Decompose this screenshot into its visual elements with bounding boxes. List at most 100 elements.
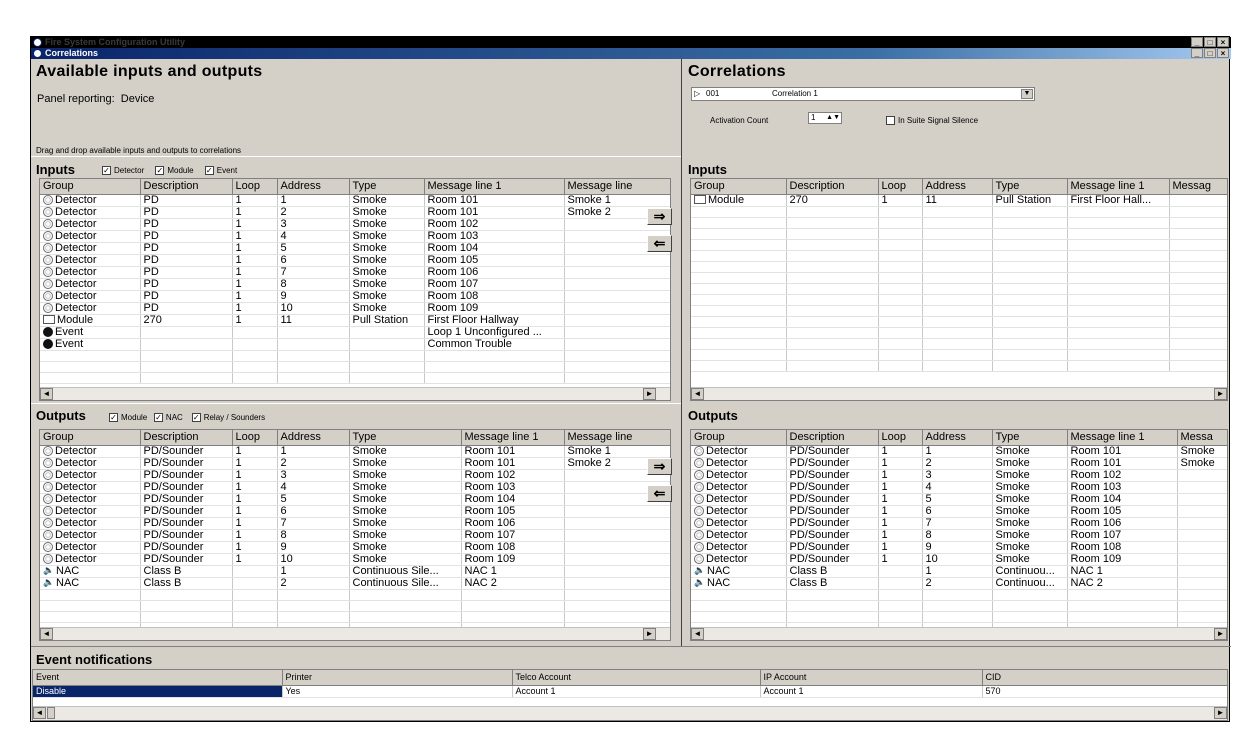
remove-input-button[interactable]: ⇐: [647, 235, 672, 252]
table-row[interactable]: [691, 327, 1227, 339]
table-row[interactable]: [691, 611, 1227, 623]
column-header[interactable]: Description: [140, 430, 233, 446]
minimize-button[interactable]: _: [1191, 48, 1203, 58]
relay-sounders-checkbox[interactable]: ✓: [191, 413, 201, 423]
column-header[interactable]: Type: [992, 430, 1068, 446]
close-button[interactable]: ×: [1217, 48, 1229, 58]
table-row[interactable]: Detector PD/Sounder 1 4 Smoke Room 103: [691, 481, 1227, 494]
available-inputs-grid[interactable]: Group Description Loop Address Type Message l…: [39, 178, 671, 401]
module-checkbox[interactable]: ✓: [155, 166, 165, 176]
table-row[interactable]: Detector PD 1 10 Smoke Room 109: [40, 302, 670, 315]
table-row[interactable]: [691, 217, 1227, 229]
horizontal-scrollbar[interactable]: ◄ ►: [40, 387, 670, 400]
table-row[interactable]: 🔈 NAC Class B 2 Continuou... NAC 2: [691, 577, 1227, 590]
column-header[interactable]: Loop: [232, 179, 278, 195]
table-row[interactable]: [691, 261, 1227, 273]
column-header[interactable]: Messag: [1169, 179, 1227, 195]
scroll-right-icon[interactable]: ►: [1214, 628, 1227, 640]
table-row[interactable]: Detector PD/Sounder 1 6 Smoke Room 105: [40, 505, 670, 518]
event-notifications-grid[interactable]: Event Printer Telco Account IP Account C…: [32, 669, 1228, 721]
table-row[interactable]: Detector PD/Sounder 1 8 Smoke Room 107: [691, 529, 1227, 542]
table-row[interactable]: 🔈 NAC Class B 1 Continuou... NAC 1: [691, 565, 1227, 578]
table-row[interactable]: [691, 589, 1227, 601]
table-row[interactable]: Detector PD/Sounder 1 8 Smoke Room 107: [40, 529, 670, 542]
table-row[interactable]: Detector PD 1 2 Smoke Room 101 Smoke 2: [40, 206, 670, 219]
maximize-icon[interactable]: □: [1204, 37, 1216, 47]
table-row[interactable]: Detector PD/Sounder 1 5 Smoke Room 104: [691, 493, 1227, 506]
correlation-select[interactable]: ▷ 001 Correlation 1 ▼: [691, 87, 1035, 101]
column-header[interactable]: Address: [277, 430, 350, 446]
table-row[interactable]: [691, 283, 1227, 295]
table-row[interactable]: Detector PD/Sounder 1 7 Smoke Room 106: [40, 517, 670, 530]
horizontal-scrollbar[interactable]: ◄ ►: [691, 627, 1227, 640]
scroll-left-icon[interactable]: ◄: [33, 707, 46, 719]
table-row[interactable]: [691, 239, 1227, 251]
table-row[interactable]: Detector PD 1 6 Smoke Room 105: [40, 254, 670, 267]
telco-account-cell[interactable]: Account 1: [512, 685, 761, 698]
column-header[interactable]: Address: [277, 179, 350, 195]
table-row[interactable]: Detector PD/Sounder 1 5 Smoke Room 104: [40, 493, 670, 506]
table-row[interactable]: Event Loop 1 Unconfigured ...: [40, 326, 670, 339]
table-row[interactable]: Module 270 1 11 Pull Station First Floor Hall…: [691, 194, 1227, 207]
scroll-left-icon[interactable]: ◄: [691, 388, 704, 400]
table-row[interactable]: Detector PD/Sounder 1 2 Smoke Room 101 Smoke: [691, 457, 1227, 470]
table-row[interactable]: Detector PD/Sounder 1 9 Smoke Room 108: [691, 541, 1227, 554]
column-header[interactable]: Description: [140, 179, 233, 195]
scroll-left-icon[interactable]: ◄: [40, 388, 53, 400]
cid-cell[interactable]: 570: [982, 685, 1227, 698]
table-row[interactable]: [40, 611, 670, 623]
column-header[interactable]: Messa: [1177, 430, 1227, 446]
add-input-button[interactable]: ⇒: [647, 208, 672, 225]
scroll-right-icon[interactable]: ►: [643, 628, 656, 640]
add-output-button[interactable]: ⇒: [647, 458, 672, 475]
table-row[interactable]: [691, 316, 1227, 328]
correlation-outputs-grid[interactable]: Group Description Loop Address Type Message l…: [690, 429, 1228, 641]
column-header[interactable]: Group: [40, 179, 141, 195]
table-row[interactable]: [691, 206, 1227, 218]
table-row[interactable]: Detector PD/Sounder 1 3 Smoke Room 102: [691, 469, 1227, 482]
column-header[interactable]: Group: [40, 430, 141, 446]
column-header[interactable]: Message line 1: [1067, 179, 1170, 195]
horizontal-scrollbar[interactable]: ◄ ►: [33, 706, 1227, 720]
table-row[interactable]: Detector PD/Sounder 1 9 Smoke Room 108: [40, 541, 670, 554]
table-row[interactable]: Detector PD 1 8 Smoke Room 107: [40, 278, 670, 291]
table-row[interactable]: [691, 272, 1227, 284]
column-header[interactable]: Description: [786, 179, 879, 195]
column-header[interactable]: Loop: [232, 430, 278, 446]
column-header[interactable]: Type: [349, 179, 425, 195]
table-row[interactable]: Event Common Trouble: [40, 338, 670, 351]
available-outputs-grid[interactable]: Group Description Loop Address Type Message l…: [39, 429, 671, 641]
printer-cell[interactable]: Yes: [282, 685, 513, 698]
table-row[interactable]: Detector PD/Sounder 1 10 Smoke Room 109: [40, 553, 670, 566]
detector-checkbox[interactable]: ✓: [102, 166, 111, 176]
module-out-checkbox[interactable]: ✓: [109, 413, 118, 423]
column-header[interactable]: Message line: [564, 430, 670, 446]
table-row[interactable]: Detector PD/Sounder 1 1 Smoke Room 101 Smoke 1: [40, 445, 670, 458]
column-header[interactable]: Message line: [564, 179, 670, 195]
table-row[interactable]: Detector PD 1 3 Smoke Room 102: [40, 218, 670, 231]
scroll-left-icon[interactable]: ◄: [40, 628, 53, 640]
horizontal-scrollbar[interactable]: ◄ ►: [40, 627, 670, 640]
table-row[interactable]: Detector PD/Sounder 1 3 Smoke Room 102: [40, 469, 670, 482]
restore-button[interactable]: □: [1204, 48, 1216, 58]
column-header[interactable]: Address: [922, 430, 993, 446]
table-row[interactable]: [40, 589, 670, 601]
column-header[interactable]: Type: [349, 430, 462, 446]
table-row[interactable]: [691, 349, 1227, 361]
table-row[interactable]: [691, 600, 1227, 612]
table-row[interactable]: [40, 350, 670, 362]
column-header[interactable]: Loop: [878, 430, 923, 446]
table-row[interactable]: Detector PD/Sounder 1 7 Smoke Room 106: [691, 517, 1227, 530]
table-row[interactable]: Detector PD/Sounder 1 2 Smoke Room 101 Smoke 2: [40, 457, 670, 470]
table-row[interactable]: Detector PD/Sounder 1 1 Smoke Room 101 Smoke: [691, 445, 1227, 458]
spin-arrows-icon[interactable]: ▲▼: [826, 113, 840, 123]
correlation-inputs-grid[interactable]: Group Description Loop Address Type Message l…: [690, 178, 1228, 401]
table-row[interactable]: Detector PD/Sounder 1 6 Smoke Room 105: [691, 505, 1227, 518]
ip-account-cell[interactable]: Account 1: [760, 685, 983, 698]
table-row[interactable]: [40, 600, 670, 612]
column-header[interactable]: Message line 1: [1067, 430, 1178, 446]
splitter[interactable]: [681, 59, 682, 646]
table-row[interactable]: Detector PD 1 1 Smoke Room 101 Smoke 1: [40, 194, 670, 207]
table-row[interactable]: Detector PD 1 4 Smoke Room 103: [40, 230, 670, 243]
close-icon[interactable]: ×: [1217, 37, 1229, 47]
